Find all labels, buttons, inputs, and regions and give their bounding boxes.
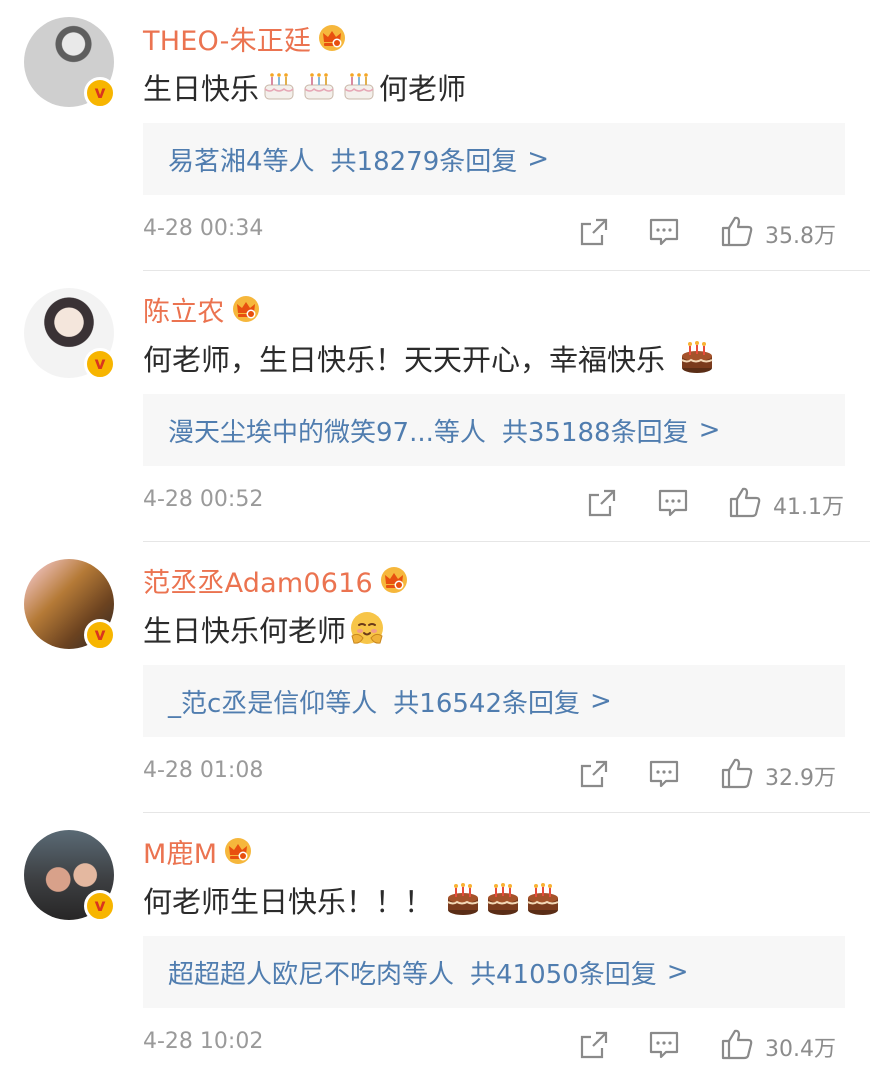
comment-text: 何老师，生日快乐！天天开心，幸福快乐 — [143, 334, 717, 382]
reply-count: 共16542条回复 — [393, 688, 581, 719]
cake-icon — [261, 69, 297, 105]
vip-crown-icon — [317, 24, 347, 52]
username-row: 范丞丞Adam0616 — [143, 561, 409, 599]
username-row: 陈立农 — [143, 290, 261, 328]
timestamp: 4-28 01:08 — [143, 758, 264, 783]
cake-icon — [445, 882, 481, 918]
cake-icon — [341, 69, 377, 105]
reply-summary-link[interactable]: 超超超人欧尼不吃肉等人 共41050条回复 > — [143, 936, 845, 1008]
username-row: M鹿M — [143, 832, 253, 870]
comment-meta: 4-28 01:08 32.9万 — [143, 754, 845, 794]
reply-count: 共18279条回复 — [330, 146, 518, 177]
comment-item: v M鹿M 何老师生日快乐！！！ 超超超人欧尼不吃肉等人 共41050条回复 >… — [0, 813, 870, 1073]
comment-text-part: 生日快乐何老师 — [143, 614, 347, 648]
username[interactable]: 范丞丞Adam0616 — [143, 561, 373, 600]
reply-users: 漫天尘埃中的微笑97...等人 — [168, 417, 486, 448]
cake-icon — [485, 882, 521, 918]
verified-badge-icon: v — [84, 77, 116, 109]
vip-crown-icon — [223, 837, 253, 865]
vip-crown-icon — [379, 566, 409, 594]
comment-item: v 范丞丞Adam0616 生日快乐何老师 _范c丞是信仰等人 共16542条回… — [0, 542, 870, 813]
timestamp: 4-28 00:52 — [143, 487, 264, 512]
reply-icon[interactable] — [648, 1029, 680, 1061]
reply-count: 共35188条回复 — [501, 417, 689, 448]
like-count: 35.8万 — [765, 224, 836, 249]
reply-summary-link[interactable]: 易茗湘4等人 共18279条回复 > — [143, 123, 845, 195]
chevron-right-icon: > — [698, 415, 721, 445]
comment-meta: 4-28 00:52 41.1万 — [143, 483, 845, 523]
reply-users: 易茗湘4等人 — [168, 146, 315, 177]
avatar[interactable]: v — [24, 559, 116, 651]
reply-users: 超超超人欧尼不吃肉等人 — [168, 959, 455, 990]
like-icon[interactable] — [720, 1027, 754, 1061]
comment-text-part: 何老师 — [379, 72, 467, 106]
reply-icon[interactable] — [657, 487, 689, 519]
timestamp: 4-28 00:34 — [143, 216, 264, 241]
avatar[interactable]: v — [24, 830, 116, 922]
reply-users: _范c丞是信仰等人 — [168, 688, 378, 719]
chevron-right-icon: > — [527, 144, 550, 174]
reply-summary-link[interactable]: 漫天尘埃中的微笑97...等人 共35188条回复 > — [143, 394, 845, 466]
share-icon[interactable] — [586, 487, 618, 519]
avatar[interactable]: v — [24, 288, 116, 380]
avatar[interactable]: v — [24, 17, 116, 109]
comment-item: v 陈立农 何老师，生日快乐！天天开心，幸福快乐 漫天尘埃中的微笑97...等人… — [0, 271, 870, 542]
like-icon[interactable] — [720, 214, 754, 248]
comment-text: 何老师生日快乐！！！ — [143, 876, 563, 924]
username[interactable]: THEO-朱正廷 — [143, 19, 311, 58]
vip-crown-icon — [231, 295, 261, 323]
like-count: 32.9万 — [765, 766, 836, 791]
comment-meta: 4-28 00:34 35.8万 — [143, 212, 845, 252]
chevron-right-icon: > — [666, 957, 689, 987]
timestamp: 4-28 10:02 — [143, 1029, 264, 1054]
reply-summary-link[interactable]: _范c丞是信仰等人 共16542条回复 > — [143, 665, 845, 737]
comment-text-part: 何老师，生日快乐！天天开心，幸福快乐 — [143, 343, 666, 377]
hug-icon — [348, 610, 386, 648]
username[interactable]: 陈立农 — [143, 290, 225, 329]
cake-icon — [679, 340, 715, 376]
verified-badge-icon: v — [84, 890, 116, 922]
share-icon[interactable] — [578, 216, 610, 248]
chevron-right-icon: > — [590, 686, 612, 716]
comment-meta: 4-28 10:02 30.4万 — [143, 1025, 845, 1065]
reply-count: 共41050条回复 — [470, 959, 657, 990]
username[interactable]: M鹿M — [143, 832, 217, 871]
comment-text: 生日快乐 何老师 — [143, 63, 466, 111]
cake-icon — [525, 882, 561, 918]
share-icon[interactable] — [578, 1029, 610, 1061]
cake-icon — [301, 69, 337, 105]
username-row: THEO-朱正廷 — [143, 19, 347, 57]
comment-text-part: 何老师生日快乐！！！ — [143, 885, 434, 919]
verified-badge-icon: v — [84, 619, 116, 651]
like-count: 41.1万 — [773, 495, 844, 520]
comment-text: 生日快乐何老师 — [143, 605, 386, 653]
like-icon[interactable] — [720, 756, 754, 790]
share-icon[interactable] — [578, 758, 610, 790]
comment-item: v THEO-朱正廷 生日快乐 何老师 易茗湘4等人 共18279条回复 > 4… — [0, 0, 870, 271]
comment-text-part: 生日快乐 — [143, 72, 260, 106]
reply-icon[interactable] — [648, 758, 680, 790]
like-count: 30.4万 — [765, 1037, 836, 1062]
reply-icon[interactable] — [648, 216, 680, 248]
like-icon[interactable] — [728, 485, 762, 519]
verified-badge-icon: v — [84, 348, 116, 380]
